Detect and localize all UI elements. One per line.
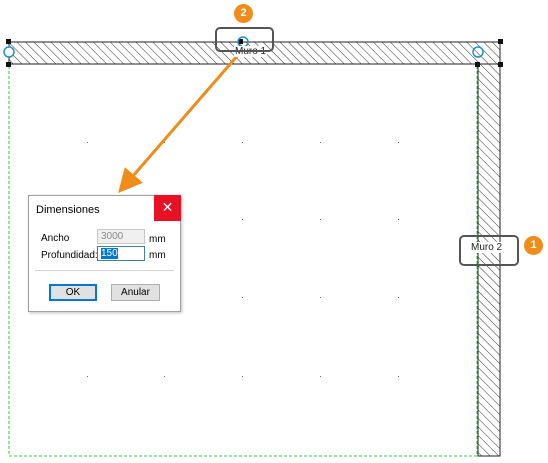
width-unit: mm [149, 234, 166, 245]
cancel-button[interactable]: Anular [111, 284, 160, 301]
dimensions-dialog: Dimensiones ✕ Ancho 3000 mm Profundidad:… [28, 195, 181, 312]
width-label: Ancho [41, 233, 70, 244]
callout-arrow [118, 54, 240, 194]
dialog-divider [35, 270, 174, 271]
wall-1-start-handle[interactable] [3, 46, 15, 58]
depth-label: Profundidad: [41, 250, 98, 261]
dialog-title: Dimensiones [36, 204, 100, 216]
depth-unit: mm [149, 250, 166, 261]
close-icon[interactable]: ✕ [154, 195, 181, 221]
depth-value: 150 [101, 248, 118, 259]
callout-box-wall-1 [215, 27, 274, 52]
callout-box-wall-2 [459, 235, 519, 266]
callout-badge-1: 1 [524, 236, 543, 255]
width-field: 3000 [97, 229, 145, 244]
ok-button[interactable]: OK [49, 284, 97, 301]
callout-badge-2: 2 [234, 4, 253, 23]
depth-field[interactable]: 150 [97, 246, 145, 261]
